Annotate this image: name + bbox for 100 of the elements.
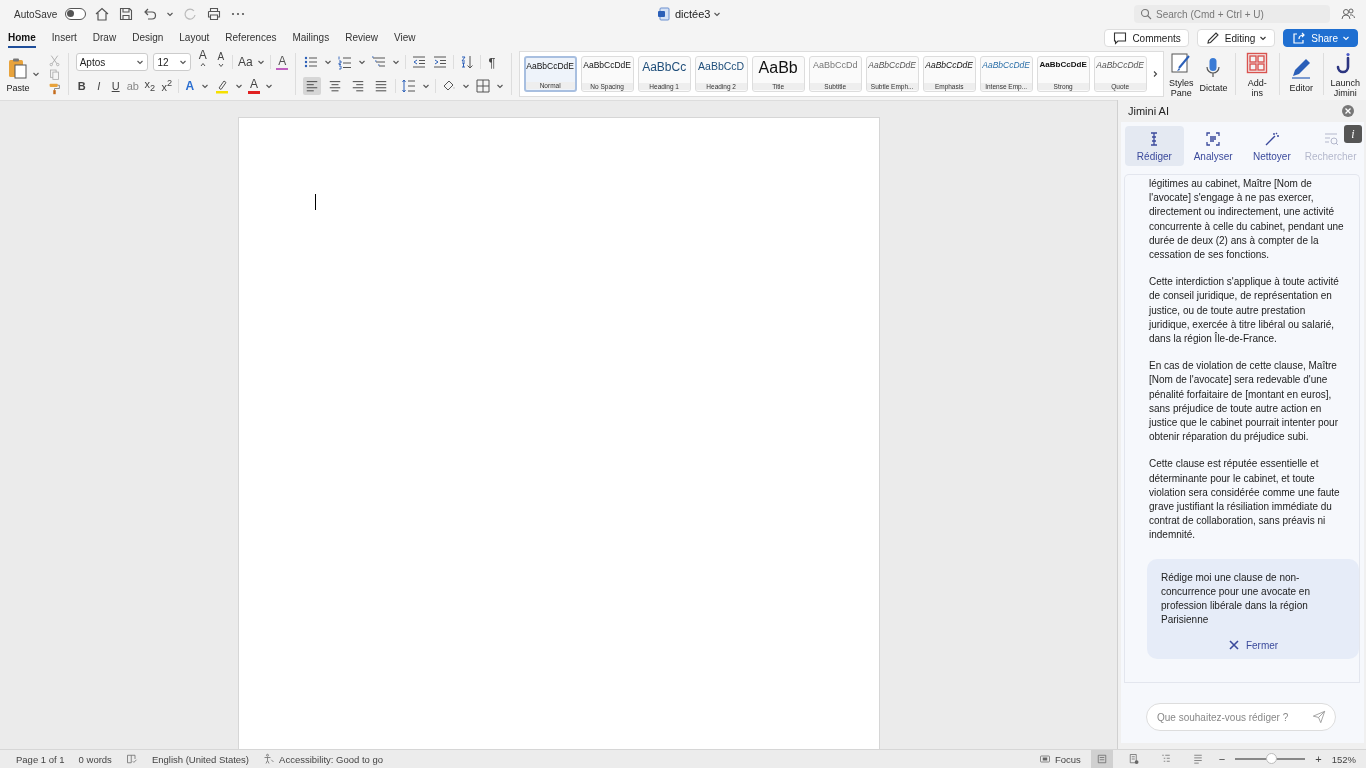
word-count[interactable]: 0 words bbox=[78, 753, 112, 765]
save-icon[interactable] bbox=[118, 6, 135, 22]
font-size-dropdown[interactable]: 12 bbox=[153, 53, 191, 71]
line-spacing-icon[interactable] bbox=[401, 78, 417, 94]
share-button[interactable]: Share bbox=[1283, 29, 1358, 47]
change-case-button[interactable]: Aa bbox=[237, 55, 253, 69]
font-name-dropdown[interactable]: Aptos bbox=[75, 53, 149, 71]
dictate-button[interactable]: Dictate bbox=[1198, 55, 1229, 93]
show-formatting-button[interactable]: ¶ bbox=[486, 54, 498, 70]
prompt-text: Rédige moi une clause de non-concurrence pour une avocate en profession libérale dans la région Parisienne bbox=[1161, 570, 1311, 628]
send-icon[interactable] bbox=[1312, 710, 1326, 724]
text-cursor bbox=[314, 194, 316, 210]
format-painter-icon[interactable] bbox=[48, 81, 61, 95]
document-title[interactable]: dictée3 bbox=[675, 8, 711, 20]
format-button[interactable]: B bbox=[75, 80, 88, 92]
format-button[interactable]: U bbox=[109, 80, 122, 92]
focus-button[interactable]: Focus bbox=[1038, 753, 1081, 765]
response-paragraph: Cette interdiction s'applique à toute activité de conseil juridique, de représentation en justice, ou de toute autre prestation juridique, exercée à titre libéral ou salarié, dans la région Île-de-France. bbox=[1149, 275, 1340, 347]
ribbon-tab[interactable]: Layout bbox=[179, 28, 210, 48]
caret-icon[interactable] bbox=[166, 10, 175, 18]
ribbon-tab[interactable]: View bbox=[393, 28, 416, 48]
multilevel-list-icon[interactable] bbox=[371, 54, 387, 70]
align-lines-icon bbox=[374, 79, 388, 93]
styles-button[interactable]: Styles Pane bbox=[1166, 50, 1196, 98]
clear-formatting-button[interactable]: A bbox=[276, 54, 289, 70]
grow-font-button[interactable]: A bbox=[195, 48, 210, 76]
zoom-level[interactable]: 152% bbox=[1331, 753, 1356, 765]
autosave-toggle[interactable] bbox=[65, 8, 87, 20]
format-button[interactable]: x$_{2}$ bbox=[143, 78, 156, 94]
page-count[interactable]: Page 1 of 1 bbox=[16, 753, 65, 765]
decrease-indent-icon[interactable] bbox=[411, 54, 427, 70]
caret-icon bbox=[178, 58, 187, 66]
zoom-out-button[interactable]: − bbox=[1218, 753, 1226, 765]
print-view-button[interactable] bbox=[1090, 750, 1113, 768]
caret-icon[interactable] bbox=[257, 58, 266, 66]
highlighter-icon[interactable] bbox=[213, 78, 230, 94]
caret-icon[interactable] bbox=[462, 82, 470, 90]
caret-icon[interactable] bbox=[713, 10, 722, 18]
search-field[interactable]: Search (Cmd + Ctrl + U) bbox=[1134, 5, 1330, 23]
paste-button[interactable]: Paste bbox=[6, 55, 30, 93]
editing-button[interactable]: Editing bbox=[1196, 29, 1276, 47]
borders-icon[interactable] bbox=[475, 78, 491, 94]
zoom-in-button[interactable]: + bbox=[1315, 753, 1322, 765]
format-button[interactable]: x$^{2}$ bbox=[160, 78, 173, 94]
web-view-icon bbox=[1127, 753, 1140, 765]
format-button[interactable]: I bbox=[92, 80, 105, 92]
prompt-input-field[interactable]: Que souhaitez-vous rédiger ? bbox=[1146, 703, 1336, 731]
panel-title: Jimini AI bbox=[1128, 105, 1169, 117]
addins-button[interactable]: Add-ins bbox=[1242, 50, 1272, 98]
align-lines-icon bbox=[305, 79, 319, 93]
outline-view-icon bbox=[1159, 753, 1172, 765]
close-icon bbox=[1227, 639, 1240, 652]
info-button[interactable]: i bbox=[1344, 125, 1362, 143]
caret-icon[interactable] bbox=[496, 82, 504, 90]
text-effects-button[interactable]: A bbox=[183, 79, 196, 93]
caret-icon[interactable] bbox=[324, 58, 332, 66]
search-icon bbox=[1140, 8, 1152, 20]
autosave-label: AutoSave bbox=[14, 8, 58, 20]
grid-icon bbox=[1245, 50, 1270, 75]
caret-icon[interactable] bbox=[392, 58, 400, 66]
proofing-icon[interactable] bbox=[125, 753, 138, 765]
people-icon[interactable] bbox=[1340, 6, 1356, 22]
align-left-button[interactable] bbox=[303, 77, 321, 95]
close-icon[interactable] bbox=[1340, 103, 1356, 119]
caret-icon[interactable] bbox=[358, 58, 366, 66]
numbering-icon[interactable] bbox=[337, 54, 353, 70]
editor-button[interactable]: Editor bbox=[1286, 55, 1316, 93]
caret-icon[interactable] bbox=[264, 82, 273, 90]
print-icon[interactable] bbox=[206, 6, 223, 22]
caret-icon[interactable] bbox=[32, 70, 40, 78]
close-prompt-button[interactable]: Fermer bbox=[1227, 639, 1279, 652]
focus-icon bbox=[1038, 753, 1051, 765]
font-color-button[interactable]: A bbox=[247, 78, 260, 94]
caret-icon[interactable] bbox=[200, 82, 209, 90]
ribbon-tab[interactable]: Home bbox=[8, 28, 36, 48]
panel-tab[interactable]: Analyser bbox=[1183, 126, 1243, 166]
accessibility-status[interactable]: Accessibility: Good to go bbox=[263, 753, 384, 765]
comments-button[interactable]: Comments bbox=[1104, 29, 1189, 47]
home-icon[interactable] bbox=[94, 6, 111, 22]
response-paragraph: En cas de violation de cette clause, Maître [Nom de l'avocate] sera redevable d'une pénalité forfaitaire de [montant en euros], sans préjudice de toute autre action en justice que le cabinet pourrait intenter pour obtenir réparation du préjudice subi. bbox=[1149, 359, 1339, 445]
increase-indent-icon[interactable] bbox=[432, 54, 448, 70]
language-status[interactable]: English (United States) bbox=[151, 753, 250, 765]
sort-icon[interactable] bbox=[459, 54, 475, 70]
ribbon-tab[interactable]: Draw bbox=[92, 28, 117, 48]
ribbon-tab[interactable]: Insert bbox=[51, 28, 77, 48]
ribbon-tab[interactable]: Design bbox=[132, 28, 164, 48]
caret-icon[interactable] bbox=[234, 82, 243, 90]
ribbon-tab[interactable]: Review bbox=[345, 28, 378, 48]
ribbon-tab[interactable]: References bbox=[225, 28, 277, 48]
jimini-button[interactable]: Launch Jimini bbox=[1330, 50, 1360, 98]
zoom-slider-thumb[interactable] bbox=[1266, 753, 1278, 764]
ribbon-tab[interactable]: Mailings bbox=[292, 28, 330, 48]
draft-view-icon bbox=[1191, 753, 1204, 765]
undo-icon[interactable] bbox=[142, 6, 159, 22]
caret-icon[interactable] bbox=[422, 82, 430, 90]
align-lines-icon bbox=[328, 79, 342, 93]
bullets-icon[interactable] bbox=[303, 54, 319, 70]
panel-tab[interactable]: Rédiger bbox=[1125, 126, 1184, 166]
panel-tab[interactable]: Nettoyer bbox=[1242, 126, 1302, 166]
shrink-font-button[interactable]: A bbox=[214, 51, 227, 73]
